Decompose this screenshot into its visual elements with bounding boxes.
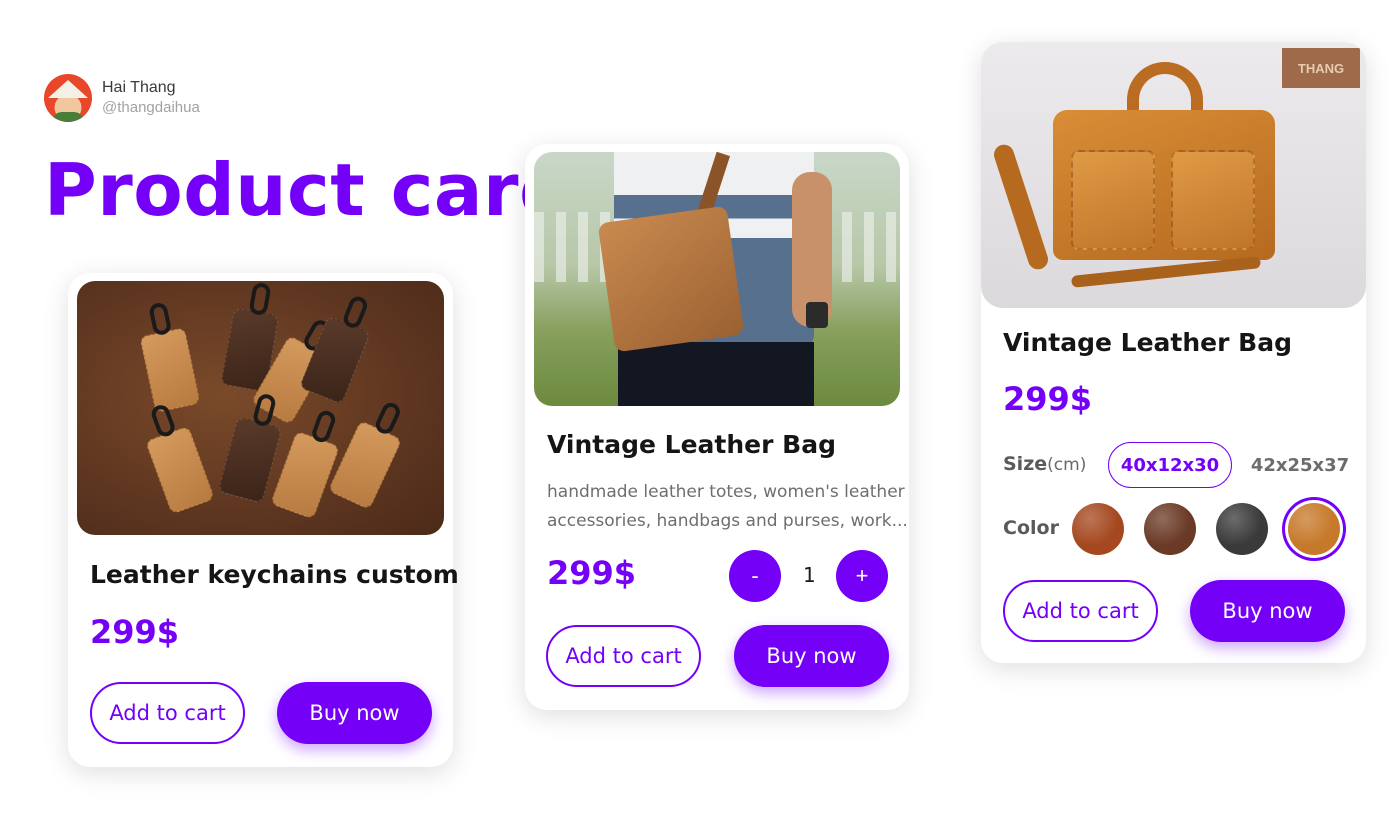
color-swatch[interactable] [1144, 503, 1196, 555]
page-title: Product card [44, 148, 572, 232]
product-price: 299$ [547, 554, 637, 592]
description-line: handmade leather totes, women's leather [547, 482, 905, 502]
color-swatch[interactable] [1072, 503, 1124, 555]
add-to-cart-button[interactable]: Add to cart [90, 682, 245, 744]
description-line: accessories, handbags and purses, work..… [547, 511, 908, 531]
product-card-keychains: Leather keychains custom 299$ Add to car… [68, 273, 459, 767]
brand-logo: THANG [1282, 48, 1360, 88]
size-option[interactable]: 42x25x37 [1245, 442, 1355, 488]
add-to-cart-button[interactable]: Add to cart [546, 625, 701, 687]
product-card-vintage-bag-options: THANG Vintage Leather Bag 299$ Size(cm) … [981, 42, 1366, 663]
product-name: Vintage Leather Bag [547, 430, 836, 459]
color-label: Color [1003, 517, 1059, 539]
size-label: Size(cm) [1003, 453, 1087, 475]
product-name: Leather keychains custom [90, 560, 459, 589]
author-handle: @thangdaihua [102, 99, 200, 116]
buy-now-button[interactable]: Buy now [1190, 580, 1345, 642]
size-option-selected[interactable]: 40x12x30 [1108, 442, 1232, 488]
product-image[interactable] [534, 152, 900, 406]
product-price: 299$ [90, 613, 180, 651]
buy-now-button[interactable]: Buy now [277, 682, 432, 744]
buy-now-button[interactable]: Buy now [734, 625, 889, 687]
quantity-value: 1 [803, 563, 816, 587]
color-swatch[interactable] [1216, 503, 1268, 555]
author-name: Hai Thang [102, 79, 176, 96]
avatar [44, 74, 92, 122]
product-name: Vintage Leather Bag [1003, 328, 1292, 357]
product-image[interactable]: THANG [981, 42, 1366, 308]
product-price: 299$ [1003, 380, 1093, 418]
author-info: Hai Thang @thangdaihua [44, 74, 200, 122]
product-image[interactable] [77, 281, 444, 535]
product-card-vintage-bag-quantity: Vintage Leather Bag handmade leather tot… [525, 144, 909, 710]
add-to-cart-button[interactable]: Add to cart [1003, 580, 1158, 642]
quantity-decrease-button[interactable]: - [729, 550, 781, 602]
quantity-increase-button[interactable]: + [836, 550, 888, 602]
product-description: handmade leather totes, women's leather … [547, 478, 908, 536]
color-swatch[interactable] [1288, 503, 1340, 555]
